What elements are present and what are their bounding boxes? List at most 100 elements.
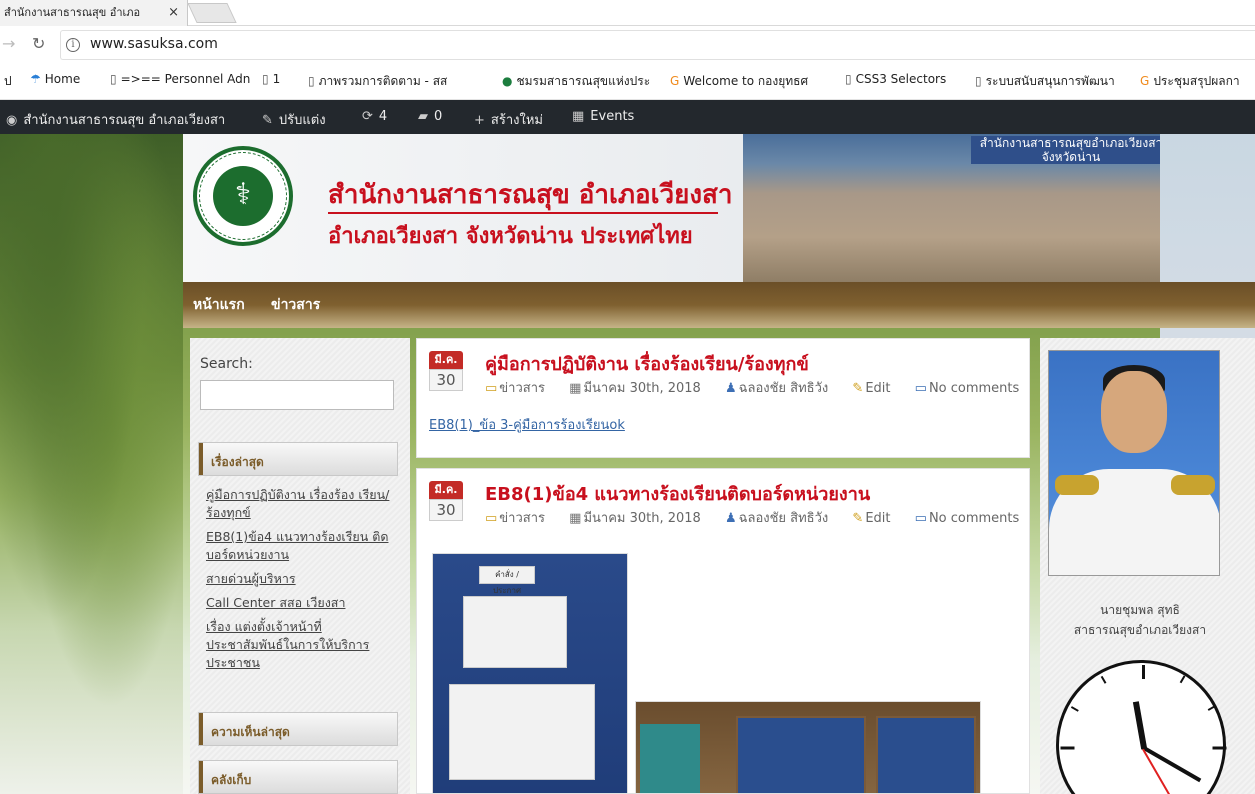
bookmark-1[interactable]: ▯ 1 — [262, 72, 280, 86]
customize-label: ปรับแต่ง — [278, 113, 326, 128]
pencil-icon: ✎ — [852, 381, 864, 396]
comments-label: No comments — [928, 511, 1020, 526]
bookmark-club[interactable]: ● ชมรมสาธารณสุขแห่งประ — [502, 72, 650, 91]
clock-hour-hand — [1132, 701, 1148, 750]
bookmark-label: ภาพรวมการติดตาม - สส — [318, 74, 448, 88]
recent-post-link[interactable]: เรื่อง แต่งตั้งเจ้าหน้าที่ ประชาสัมพันธ์… — [206, 618, 396, 672]
category-label: ข่าวสาร — [499, 511, 545, 526]
new-tab-button[interactable] — [187, 3, 237, 23]
official-name: นายชุมพล สุทธิ — [1100, 603, 1180, 617]
bookmark-label: Home — [44, 72, 81, 86]
bookmark-personnel[interactable]: ▯ =>== Personnel Adn — [110, 72, 250, 86]
main-content: มี.ค. 30 คู่มือการปฏิบัติงาน เรื่องร้องเ… — [416, 338, 1032, 794]
tab-close-icon[interactable]: × — [168, 0, 179, 26]
bookmark-css3[interactable]: ▯ CSS3 Selectors — [845, 72, 946, 86]
comment-icon: ▭ — [914, 511, 927, 526]
recent-post-link[interactable]: EB8(1)ข้อ4 แนวทางร้องเรียน ติดบอร์ดหน่วย… — [206, 528, 396, 564]
search-input[interactable] — [200, 380, 394, 410]
post-author[interactable]: ♟ ฉลองชัย สิทธิวัง — [725, 507, 838, 528]
bookmark-label: ประชุมสรุปผลกา — [1153, 74, 1240, 88]
calendar-icon: ▦ — [572, 109, 585, 124]
portrait-face — [1101, 371, 1167, 453]
bookmark-meeting[interactable]: G ประชุมสรุปผลกา — [1140, 72, 1240, 91]
bookmark-apps[interactable]: ป — [4, 72, 12, 91]
forward-icon[interactable]: → — [2, 34, 15, 53]
clock-tick — [1179, 675, 1186, 684]
attachment-link[interactable]: EB8(1)_ข้อ 3-คู่มือการร้องเรียนok — [429, 414, 625, 435]
site-subtitle: อำเภอเวียงสา จังหวัดน่าน ประเทศไทย — [328, 224, 693, 249]
archives-heading: คลังเก็บ — [198, 760, 398, 794]
url-field[interactable]: www.sasuksa.com — [90, 36, 218, 52]
caduceus-icon: ⚕ — [213, 166, 273, 226]
post-edit-link[interactable]: ✎ Edit — [852, 381, 900, 396]
site-name-label: สำนักงานสาธารณสุข อำเภอเวียงสา — [23, 113, 226, 128]
post-category[interactable]: ▭ ข่าวสาร — [485, 377, 555, 398]
board-panel — [736, 716, 866, 793]
date-label: มีนาคม 30th, 2018 — [583, 511, 701, 526]
browser-tab[interactable]: สำนักงานสาธารณสุข อำเภอ × — [0, 0, 188, 26]
calendar-icon: ▦ — [569, 511, 582, 526]
post-author[interactable]: ♟ ฉลองชัย สิทธิวัง — [725, 377, 838, 398]
analog-clock — [1056, 660, 1227, 794]
right-sidebar: นายชุมพล สุทธิ สาธารณสุขอำเภอเวียงสา — [1040, 338, 1255, 794]
comments-link[interactable]: ▰ 0 — [418, 109, 442, 124]
folder-icon: ▭ — [485, 381, 498, 396]
nav-news[interactable]: ข่าวสาร — [271, 294, 320, 316]
tab-title: สำนักงานสาธารณสุข อำเภอ — [4, 6, 141, 19]
comment-icon: ▭ — [914, 381, 927, 396]
orange-g-icon: G — [670, 74, 680, 88]
recent-post-link[interactable]: คู่มือการปฏิบัติงาน เรื่องร้อง เรียน/ร้อ… — [206, 486, 396, 522]
recent-post-link[interactable]: Call Center สสอ เวียงสา — [206, 594, 396, 612]
updates-link[interactable]: ⟳ 4 — [362, 109, 387, 124]
new-content-link[interactable]: + สร้างใหม่ — [474, 109, 543, 130]
edit-label: Edit — [865, 511, 891, 526]
official-caption: นายชุมพล สุทธิ สาธารณสุขอำเภอเวียงสา — [1040, 600, 1240, 640]
post-date: ▦ มีนาคม 30th, 2018 — [569, 507, 711, 528]
site-name-link[interactable]: ◉ สำนักงานสาธารณสุข อำเภอเวียงสา — [6, 109, 225, 130]
site-logo[interactable]: ⚕ — [193, 146, 293, 246]
nav-home[interactable]: หน้าแรก — [193, 294, 245, 316]
post-comments-link[interactable]: ▭ No comments — [914, 511, 1029, 526]
post-month: มี.ค. — [429, 351, 463, 369]
page-icon: ▯ — [262, 72, 269, 86]
user-icon: ♟ — [724, 511, 737, 526]
post-edit-link[interactable]: ✎ Edit — [852, 511, 900, 526]
browser-tab-bar: สำนักงานสาธารณสุข อำเภอ × — [0, 0, 1255, 26]
post-category[interactable]: ▭ ข่าวสาร — [485, 507, 555, 528]
recent-comments-heading: ความเห็นล่าสุด — [198, 712, 398, 746]
clock-tick — [1212, 746, 1227, 750]
site-header: สำนักงานสาธารณสุขอำเภอเวียงสา จังหวัดน่า… — [183, 134, 1160, 282]
clock-tick — [1060, 746, 1075, 750]
bookmark-home[interactable]: ☂ Home — [30, 72, 80, 86]
reload-icon[interactable]: ↻ — [32, 34, 45, 53]
customize-link[interactable]: ✎ ปรับแต่ง — [262, 109, 326, 130]
events-link[interactable]: ▦ Events — [572, 109, 634, 124]
official-portrait — [1048, 350, 1220, 576]
post-date: ▦ มีนาคม 30th, 2018 — [569, 377, 711, 398]
bookmark-label: ชมรมสาธารณสุขแห่งประ — [516, 74, 651, 88]
bookmark-overview[interactable]: ▯ ภาพรวมการติดตาม - สส — [308, 72, 447, 91]
post-comments-link[interactable]: ▭ No comments — [915, 381, 1030, 396]
page-icon: ▯ — [975, 74, 982, 88]
green-logo-icon: ● — [502, 74, 513, 88]
recent-post-link[interactable]: สายด่วนผู้บริหาร — [206, 570, 396, 588]
clock-tick — [1070, 706, 1079, 712]
post-title-link[interactable]: EB8(1)ข้อ4 แนวทางร้องเรียนติดบอร์ดหน่วยง… — [485, 479, 870, 508]
date-label: มีนาคม 30th, 2018 — [583, 381, 701, 396]
epaulet — [1171, 475, 1215, 495]
bulletin-board-photo[interactable] — [635, 701, 981, 793]
bookmark-support[interactable]: ▯ ระบบสนับสนุนการพัฒนา — [975, 72, 1115, 91]
bookmark-label: ป — [4, 74, 12, 88]
updates-icon: ⟳ — [362, 109, 373, 124]
notice-board-photo[interactable]: คำสั่ง / ประกาศ — [432, 553, 628, 793]
clock-tick — [1100, 675, 1107, 684]
recent-posts-heading: เรื่องล่าสุด — [198, 442, 398, 476]
search-label: Search: — [200, 356, 253, 372]
post-title-link[interactable]: คู่มือการปฏิบัติงาน เรื่องร้องเรียน/ร้อง… — [485, 349, 809, 378]
info-icon[interactable]: i — [66, 38, 80, 52]
bookmark-label: Welcome to กองยุทธศ — [683, 74, 809, 88]
bookmark-welcome[interactable]: G Welcome to กองยุทธศ — [670, 72, 808, 91]
sign-panel — [640, 724, 700, 793]
page-icon: ▯ — [308, 74, 315, 88]
updates-count: 4 — [378, 109, 388, 124]
